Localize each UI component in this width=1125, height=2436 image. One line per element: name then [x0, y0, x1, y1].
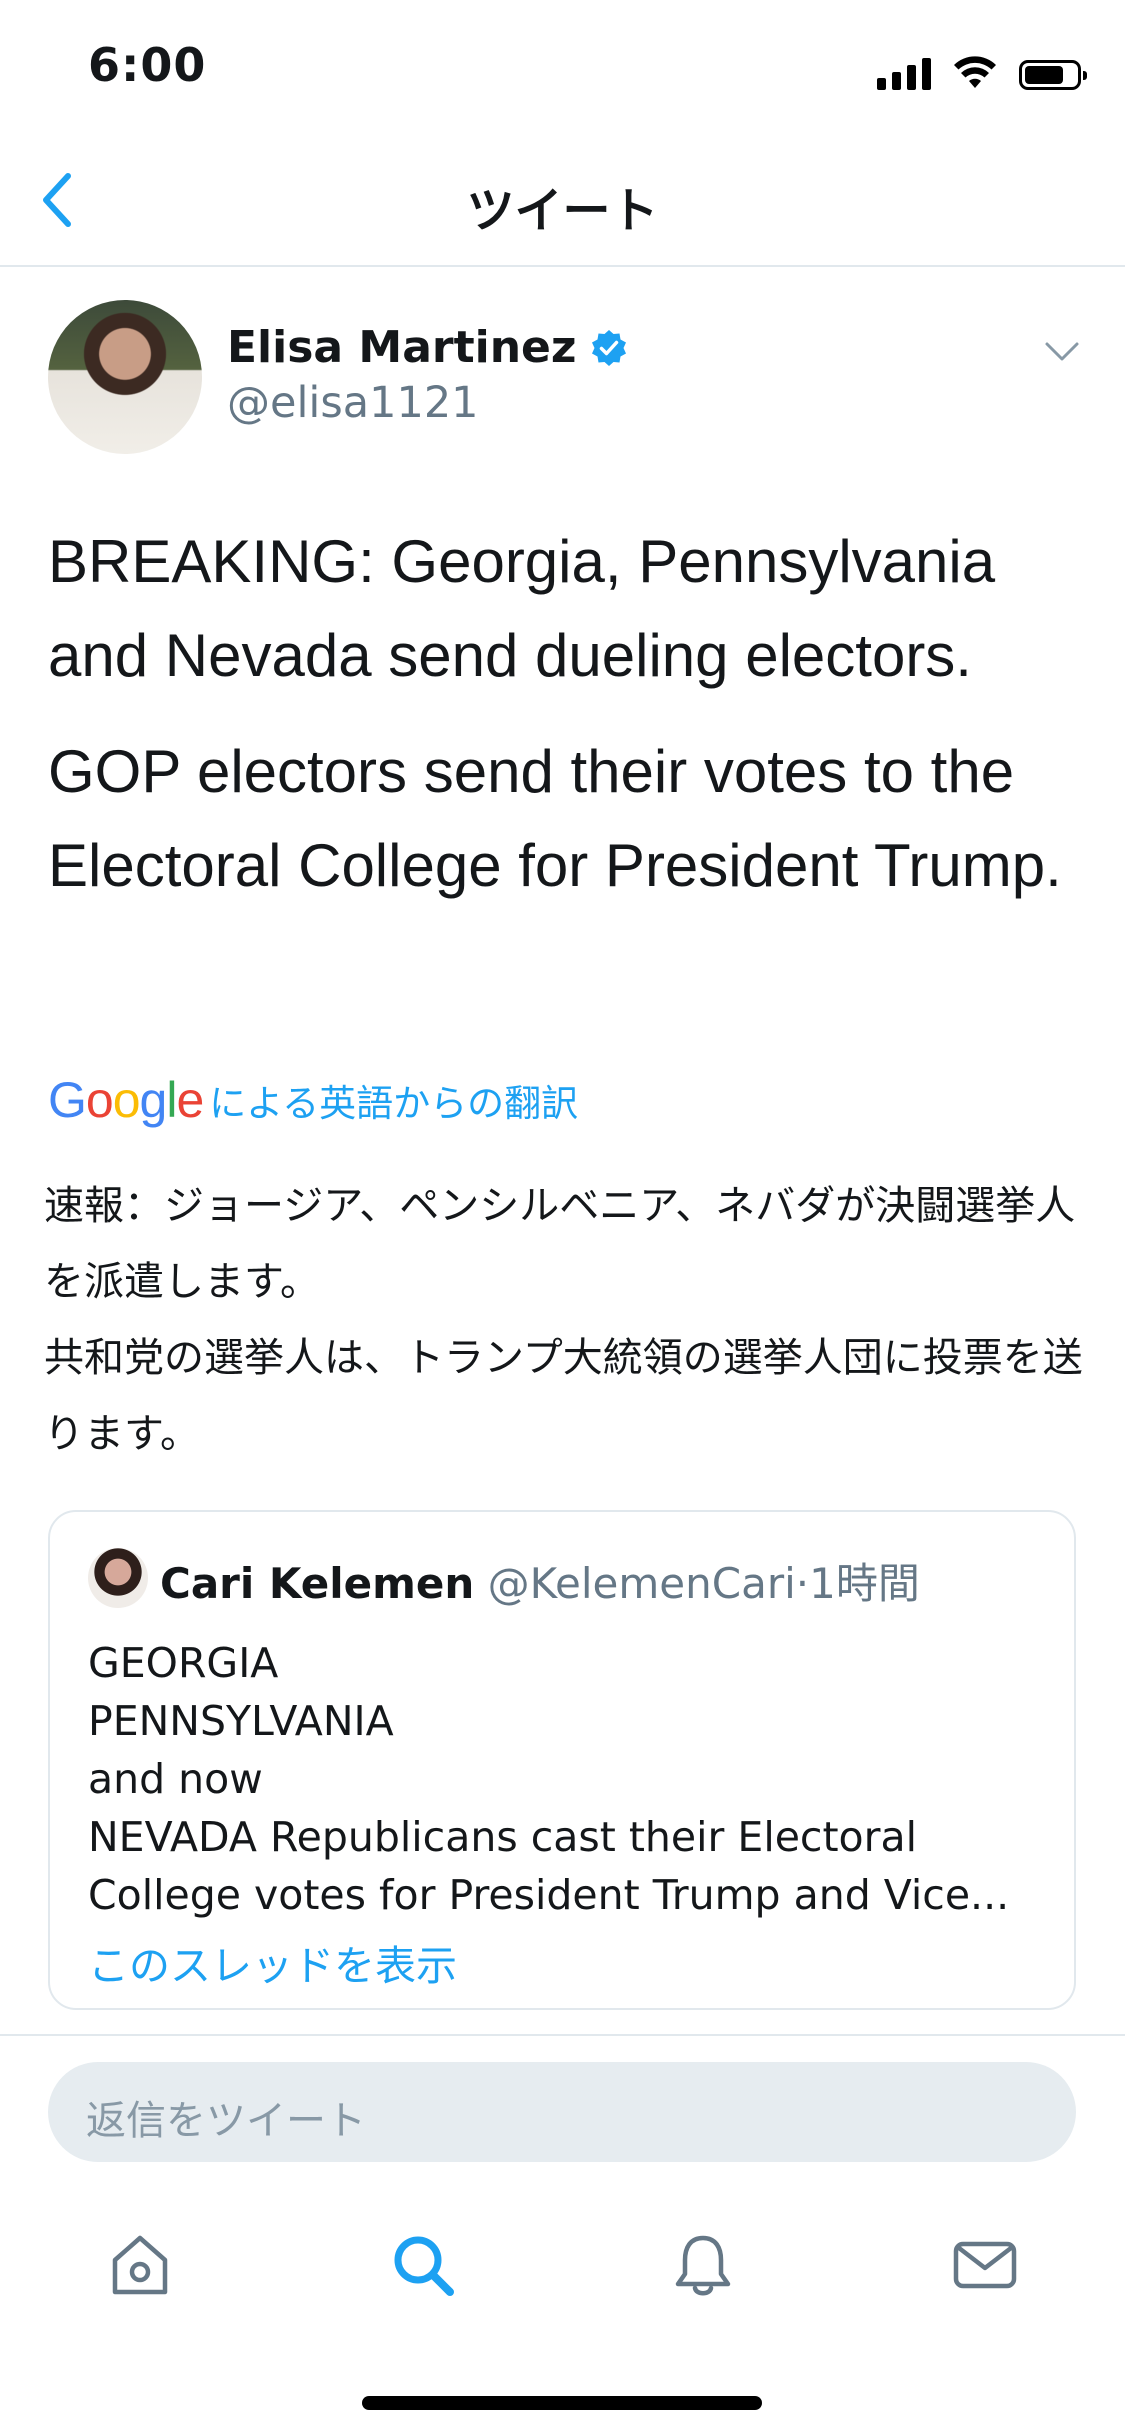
quoted-tweet-time: 1時間 — [809, 1559, 920, 1608]
battery-icon — [1019, 60, 1087, 90]
meta-separator: · — [795, 1559, 810, 1608]
translated-paragraph: 速報：ジョージア、ペンシルベニア、ネバダが決闘選挙人を派遣します。 — [44, 1183, 1076, 1305]
wifi-icon — [954, 56, 996, 88]
tab-bar — [0, 2200, 1125, 2330]
quoted-author-handle: @KelemenCari — [487, 1559, 796, 1608]
quoted-author-name: Cari Kelemen — [160, 1559, 475, 1608]
quoted-line: GEORGIA — [88, 1639, 279, 1687]
verified-badge-icon — [591, 329, 626, 366]
quoted-line: NEVADA Republicans cast their Electoral — [88, 1813, 918, 1861]
messages-icon[interactable] — [950, 2230, 1020, 2300]
author-handle[interactable]: @elisa1121 — [227, 378, 479, 428]
google-logo-icon: Google — [48, 1072, 204, 1128]
translation-attribution[interactable]: Google による英語からの翻訳 — [48, 1072, 578, 1128]
author-name-text: Elisa Martinez — [227, 322, 577, 373]
tweet-paragraph: BREAKING: Georgia, Pennsylvania and Neva… — [48, 528, 996, 689]
reply-input[interactable]: 返信をツイート — [48, 2062, 1076, 2162]
translated-paragraph: 共和党の選挙人は、トランプ大統領の選挙人団に投票を送ります。 — [44, 1335, 1083, 1457]
show-thread-link[interactable]: このスレッドを表示 — [88, 1932, 457, 1992]
navigation-bar: ツイート — [0, 135, 1125, 267]
author-avatar[interactable] — [48, 300, 202, 454]
divider — [0, 2034, 1125, 2036]
status-time: 6:00 — [88, 38, 207, 92]
reply-placeholder: 返信をツイート — [86, 2098, 366, 2144]
quoted-line: College votes for President Trump and Vi… — [88, 1871, 1010, 1919]
tweet-text: BREAKING: Georgia, Pennsylvania and Neva… — [48, 515, 1088, 913]
quoted-tweet-text: GEORGIA PENNSYLVANIA and now NEVADA Repu… — [88, 1634, 1048, 1924]
search-icon[interactable] — [388, 2230, 458, 2300]
notifications-icon[interactable] — [668, 2230, 738, 2300]
cellular-signal-icon — [877, 56, 931, 90]
home-icon[interactable] — [105, 2230, 175, 2300]
home-indicator[interactable] — [362, 2396, 762, 2410]
quoted-tweet-card[interactable]: Cari Kelemen @KelemenCari·1時間 GEORGIA PE… — [48, 1510, 1076, 2010]
translation-label: による英語からの翻訳 — [209, 1082, 579, 1125]
translated-text: 速報：ジョージア、ペンシルベニア、ネバダが決闘選挙人を派遣します。 共和党の選挙… — [44, 1168, 1084, 1472]
quoted-author-avatar — [88, 1548, 148, 1608]
status-bar: 6:00 — [0, 0, 1125, 135]
tweet-paragraph: GOP electors send their votes to the Ele… — [48, 738, 1062, 899]
author-name[interactable]: Elisa Martinez — [227, 322, 629, 373]
chevron-down-icon[interactable] — [1044, 340, 1080, 364]
quoted-tweet-header: Cari Kelemen @KelemenCari·1時間 — [160, 1550, 920, 1611]
quoted-line: PENNSYLVANIA — [88, 1697, 394, 1745]
quoted-line: and now — [88, 1755, 263, 1803]
page-title: ツイート — [466, 183, 659, 239]
status-icons — [877, 48, 1087, 90]
